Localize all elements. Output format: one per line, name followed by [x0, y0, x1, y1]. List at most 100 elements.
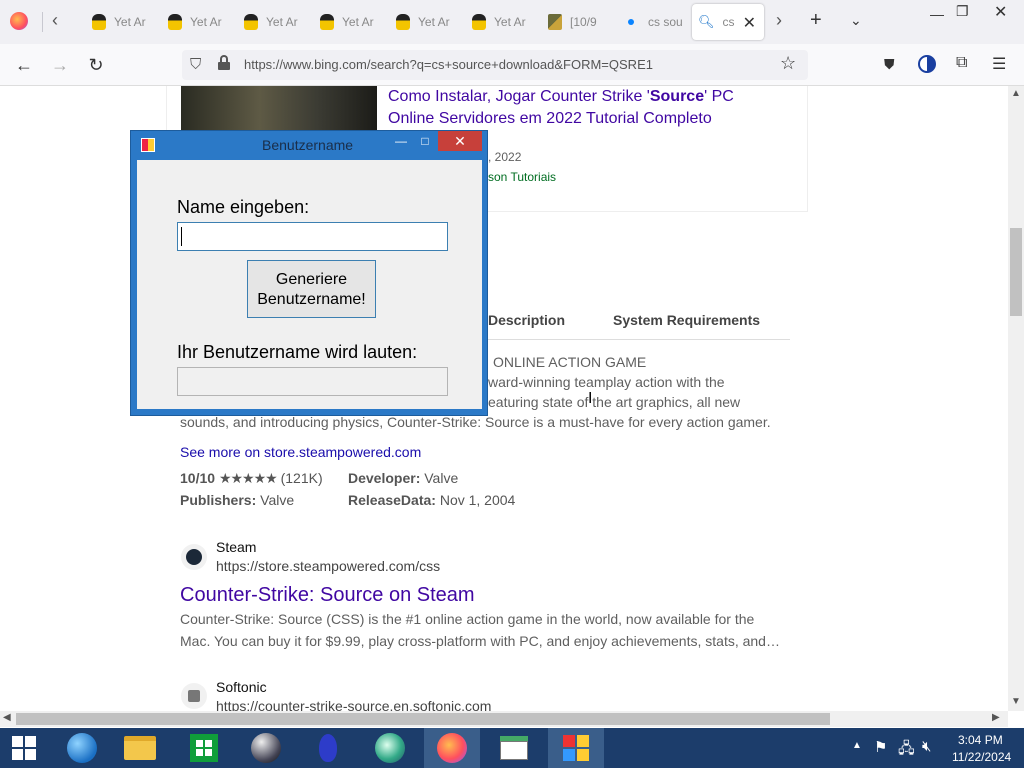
vertical-scrollbar[interactable]: ▲ ▼	[1008, 86, 1024, 711]
store-bag-icon	[190, 734, 218, 762]
network-icon[interactable]: 🖧︎	[898, 738, 915, 763]
penguin-icon	[244, 14, 258, 30]
tab-yet-another-3[interactable]: Yet Ar	[238, 4, 310, 40]
video-thumbnail[interactable]	[181, 86, 377, 132]
pocket-icon[interactable]: ⛊	[884, 56, 895, 73]
reload-icon[interactable]: ↻	[84, 53, 108, 77]
description-line-4: sounds, and introducing physics, Counter…	[180, 414, 771, 430]
close-window-icon[interactable]: ✕	[994, 2, 1007, 22]
developer-row: Developer: Valve	[348, 470, 459, 486]
minimize-window-icon[interactable]: —	[930, 6, 944, 22]
penguin-icon	[92, 14, 106, 30]
scroll-left-arrow-icon[interactable]: ◀	[3, 712, 11, 723]
video-date: , 2022	[488, 150, 522, 164]
menu-icon[interactable]: ☰	[992, 54, 1006, 74]
dialog-app-icon	[141, 138, 155, 152]
restore-window-icon[interactable]: ❐	[956, 3, 969, 20]
penguin-icon	[168, 14, 182, 30]
tab-cs-active[interactable]: 🔍︎ cs ✕	[692, 4, 764, 40]
name-input[interactable]	[177, 222, 448, 251]
horizontal-scroll-thumb[interactable]	[16, 713, 830, 725]
text-cursor-icon: I	[588, 390, 593, 407]
publishers-row: Publishers: Valve	[180, 492, 295, 508]
vertical-scroll-thumb[interactable]	[1010, 228, 1022, 316]
lock-icon[interactable]	[218, 55, 230, 71]
penguin-icon	[320, 14, 334, 30]
taskbar-username-app[interactable]	[548, 728, 604, 768]
description-line-3: eaturing state of the art graphics, all …	[488, 394, 741, 410]
show-hidden-icons-icon[interactable]: ▲	[852, 740, 862, 751]
steam-site-url[interactable]: https://store.steampowered.com/css	[216, 558, 440, 574]
softonic-site-url[interactable]: https://counter-strike-source.en.softoni…	[216, 698, 491, 711]
tab-cs-source-loading[interactable]: cs sou	[618, 4, 688, 40]
generate-username-button[interactable]: Generiere Benutzername!	[247, 260, 376, 318]
tab-bracket-10[interactable]: [10/9	[542, 4, 614, 40]
dark-reader-icon[interactable]	[918, 55, 936, 73]
taskbar-file-explorer[interactable]	[112, 728, 168, 768]
horizontal-scrollbar[interactable]: ◀ ▶	[0, 711, 1008, 727]
list-tabs-icon[interactable]: ⌄	[850, 12, 862, 29]
steam-site-name: Steam	[216, 539, 257, 555]
taskbar-store[interactable]	[176, 728, 232, 768]
loading-dot-icon	[628, 19, 634, 25]
release-row: ReleaseData: Nov 1, 2004	[348, 492, 516, 508]
tab-yet-another-6[interactable]: Yet Ar	[466, 4, 538, 40]
taskbar-network-app[interactable]	[362, 728, 418, 768]
pencil-icon	[548, 14, 562, 30]
tab-description[interactable]: Description	[488, 312, 565, 328]
globe-icon	[67, 733, 97, 763]
dialog-minimize-button[interactable]: —	[390, 132, 412, 150]
close-tab-icon[interactable]: ✕	[743, 13, 756, 33]
steam-result-title[interactable]: Counter-Strike: Source on Steam	[180, 584, 475, 607]
name-label: Name eingeben:	[177, 197, 310, 217]
folder-icon	[124, 736, 156, 760]
taskbar-editor-app[interactable]	[486, 728, 542, 768]
tab-yet-another-1[interactable]: Yet Ar	[86, 4, 158, 40]
taskbar-blue-app[interactable]	[300, 728, 356, 768]
action-center-flag-icon[interactable]: ⚑	[874, 738, 887, 756]
clock-time[interactable]: 3:04 PM	[958, 733, 1003, 747]
rating-value: 10/10	[180, 470, 216, 486]
softonic-site-name: Softonic	[216, 679, 267, 695]
bookmark-star-icon[interactable]: ☆	[780, 53, 796, 74]
scroll-up-arrow-icon[interactable]: ▲	[1011, 88, 1021, 99]
new-tab-icon[interactable]: +	[810, 9, 822, 32]
firefox-icon	[437, 733, 467, 763]
search-icon: 🔍︎	[698, 14, 715, 29]
scroll-tabs-right-icon[interactable]: ›	[776, 10, 782, 31]
text-caret	[181, 227, 182, 246]
shield-icon[interactable]: ⛉	[190, 56, 201, 73]
forward-icon[interactable]: →	[48, 53, 72, 77]
windows-taskbar: ▲ ⚑ 🖧︎ 🔇︎ 3:04 PM 11/22/2024	[0, 728, 1024, 768]
sphere-icon	[251, 733, 281, 763]
video-channel[interactable]: son Tutoriais	[488, 170, 556, 184]
scroll-down-arrow-icon[interactable]: ▼	[1011, 696, 1021, 707]
taskbar-sphere-app[interactable]	[238, 728, 294, 768]
back-icon[interactable]: ←	[12, 53, 36, 77]
clock-date[interactable]: 11/22/2024	[952, 750, 1011, 764]
url-text[interactable]: https://www.bing.com/search?q=cs+source+…	[244, 57, 653, 72]
volume-muted-icon[interactable]: 🔇︎	[922, 738, 931, 755]
tab-yet-another-4[interactable]: Yet Ar	[314, 4, 386, 40]
scroll-tabs-left-icon[interactable]: ‹	[52, 10, 58, 31]
start-button[interactable]	[0, 728, 48, 768]
see-more-link[interactable]: See more on store.steampowered.com	[180, 444, 421, 460]
dialog-title: Benutzername	[262, 137, 354, 153]
rating-row: 10/10 ★★★★★ (121K)	[180, 470, 323, 487]
taskbar-internet-explorer[interactable]	[54, 728, 110, 768]
scroll-right-arrow-icon[interactable]: ▶	[992, 712, 1000, 723]
softonic-site-icon	[181, 683, 207, 709]
dialog-maximize-button[interactable]: □	[414, 132, 436, 150]
steam-site-icon	[181, 544, 207, 570]
taskbar-firefox[interactable]	[424, 728, 480, 768]
dialog-close-button[interactable]: ✕	[438, 131, 482, 151]
extensions-icon[interactable]: ⧉	[956, 54, 967, 72]
rating-stars: ★★★★★	[218, 470, 278, 486]
result-label: Ihr Benutzername wird lauten:	[177, 342, 418, 362]
firefox-menu-icon[interactable]	[10, 12, 28, 30]
tab-yet-another-2[interactable]: Yet Ar	[162, 4, 234, 40]
browser-tab-strip: ‹ Yet Ar Yet Ar Yet Ar Yet Ar Yet Ar Yet…	[0, 0, 1024, 44]
video-result-title[interactable]: Como Instalar, Jogar Counter Strike 'Sou…	[388, 86, 788, 130]
tab-system-requirements[interactable]: System Requirements	[613, 312, 760, 328]
tab-yet-another-5[interactable]: Yet Ar	[390, 4, 462, 40]
